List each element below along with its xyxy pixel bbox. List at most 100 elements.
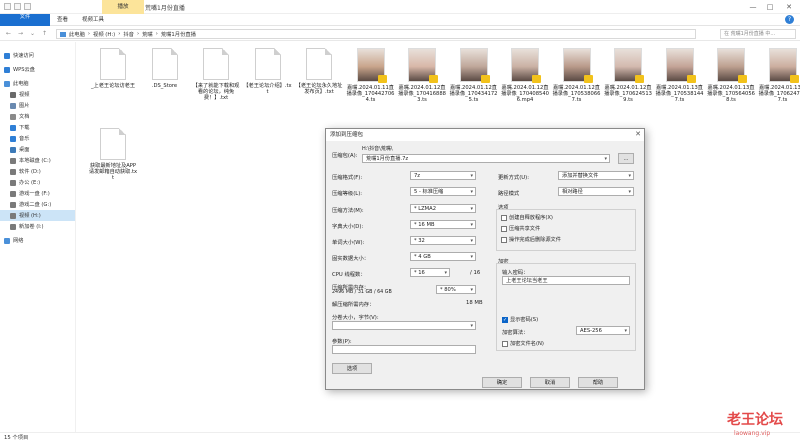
cpu-select[interactable]: * 16 [410, 268, 450, 277]
document-icon [100, 48, 126, 80]
folder-icon[interactable] [24, 3, 31, 10]
params-label: 参数(P): [332, 339, 352, 345]
sidebar-item[interactable]: 视频 (H:) [0, 210, 75, 221]
format-select[interactable]: 7z [410, 171, 476, 180]
file-item[interactable]: _上老王论坛访老王 [88, 48, 138, 89]
checkbox-icon[interactable] [14, 3, 21, 10]
save-icon[interactable] [4, 3, 11, 10]
sidebar-item[interactable]: 视频 [0, 89, 75, 100]
search-input[interactable]: 在 荒嘴1月份直播 中... [720, 29, 796, 39]
add-to-archive-dialog: 添加到压缩包 ✕ 压缩包(A): H:\抖音\荒嘴\ 荒嘴1月份直播.7z ..… [325, 128, 645, 390]
file-item[interactable]: 嘉嘴.2024.01.13直播录像_1705381447.ts [655, 48, 705, 104]
level-select[interactable]: 5 - 标准压缩 [410, 187, 476, 196]
file-item[interactable]: 【老王论坛介绍】.txt [243, 48, 293, 95]
tab-view[interactable]: 查看 [50, 14, 75, 26]
sidebar-item[interactable]: 音乐 [0, 133, 75, 144]
dialog-close-icon[interactable]: ✕ [635, 130, 641, 138]
browse-button[interactable]: ... [618, 153, 634, 164]
file-item[interactable]: 嘉嘴.2024.01.11直播录像_1704427064.ts [346, 48, 396, 104]
options-button[interactable]: 选项 [332, 363, 372, 374]
split-select[interactable] [332, 321, 476, 330]
breadcrumb-item[interactable]: 荒嘴1月份直播 [161, 30, 196, 38]
video-thumbnail-icon [614, 48, 644, 83]
file-item[interactable]: 嘉嘴.2024.01.12直播录像_1704085406.mp4 [500, 48, 550, 104]
ok-button[interactable]: 确定 [482, 377, 522, 388]
file-item[interactable]: 嘉嘴.2024.01.13直播录像_1706247407.ts [758, 48, 800, 104]
encryption-method-select[interactable]: AES-256 [576, 326, 630, 335]
archive-path: H:\抖音\荒嘴\ [362, 146, 393, 152]
shared-files-checkbox[interactable]: 压缩共享文件 [501, 225, 540, 232]
sidebar-item[interactable]: 文档 [0, 111, 75, 122]
sidebar-item[interactable]: 网络 [0, 235, 75, 246]
checkbox-box[interactable] [501, 236, 507, 243]
file-item[interactable]: 嘉嘴.2024.01.12直播录像_1705380667.ts [552, 48, 602, 104]
help-button[interactable]: 帮助 [578, 377, 618, 388]
forward-icon[interactable]: → [16, 29, 25, 38]
file-item[interactable]: 【来了就能下载和观看的论坛，纯免费！】.txt [191, 48, 241, 102]
file-item[interactable]: 嘉嘴.2024.01.12直播录像_1706245139.ts [603, 48, 653, 104]
minimize-button[interactable]: — [748, 2, 758, 12]
sidebar-item-label: 音乐 [19, 136, 30, 142]
help-icon[interactable]: ? [785, 15, 794, 24]
file-item[interactable]: 【老王论坛永久地址发布页】.txt [294, 48, 344, 95]
dict-label: 字典大小(D): [332, 224, 364, 230]
sidebar-item[interactable]: 本地磁盘 (C:) [0, 155, 75, 166]
sidebar-item[interactable]: 快速访问 [0, 50, 75, 61]
checkbox-box[interactable]: ✓ [502, 316, 508, 323]
checkbox-box[interactable] [502, 340, 508, 347]
tab-file[interactable]: 文件 [0, 13, 50, 26]
sidebar-item[interactable]: 桌面 [0, 144, 75, 155]
file-item[interactable]: 嘉嘴.2024.01.13直播录像_1705640568.ts [706, 48, 756, 104]
checkbox-box[interactable] [501, 214, 507, 221]
file-item[interactable]: .DS_Store [140, 48, 190, 89]
context-tab-play[interactable]: 播放 [102, 0, 144, 14]
close-button[interactable]: ✕ [784, 2, 794, 12]
maximize-button[interactable]: □ [765, 2, 775, 12]
sidebar-item[interactable]: 下载 [0, 122, 75, 133]
method-select[interactable]: * LZMA2 [410, 204, 476, 213]
back-icon[interactable]: ← [4, 29, 13, 38]
watermark-url: laowang.vip [734, 430, 771, 437]
archive-name-input[interactable]: 荒嘴1月份直播.7z [362, 154, 610, 163]
document-icon [254, 48, 281, 80]
cancel-button[interactable]: 取消 [530, 377, 570, 388]
media-badge-icon [377, 75, 387, 83]
file-item[interactable]: 获取最新地址及APP请发邮箱自动获取.txt [88, 128, 138, 182]
breadcrumb-item[interactable]: 此电脑 [69, 30, 85, 38]
path-mode-select[interactable]: 相对路径 [558, 187, 634, 196]
file-item[interactable]: 嘉嘴.2024.01.12直播录像_1704341725.ts [449, 48, 499, 104]
address-bar[interactable]: 此电脑 › 视频 (H:) › 抖音 › 荒嘴 › 荒嘴1月份直播 [56, 29, 696, 39]
dict-select[interactable]: * 16 MB [410, 220, 476, 229]
cloud-icon [4, 66, 10, 73]
delete-after-checkbox[interactable]: 操作完成后删除源文件 [501, 236, 561, 243]
file-item[interactable]: 嘉嘴.2024.01.12直播录像_1704168883.ts [397, 48, 447, 104]
up-icon[interactable]: ↑ [40, 29, 49, 38]
breadcrumb-item[interactable]: 抖音 [123, 30, 134, 38]
mem-select[interactable]: * 80% [436, 285, 476, 294]
sidebar-item[interactable]: 办公 (E:) [0, 177, 75, 188]
recent-icon[interactable]: ⌄ [28, 29, 37, 38]
sidebar-item[interactable]: 游戏一盘 (F:) [0, 188, 75, 199]
breadcrumb-item[interactable]: 荒嘴 [142, 30, 153, 38]
sfx-checkbox[interactable]: 创建自释放程序(X) [501, 214, 553, 221]
video-thumbnail-icon [356, 48, 387, 83]
media-badge-icon [532, 75, 541, 83]
sidebar-item[interactable]: 图片 [0, 100, 75, 111]
path-mode-label: 路径模式 [498, 191, 520, 197]
password-input[interactable]: 上老王论坛当老王 [502, 276, 630, 285]
encrypt-names-checkbox[interactable]: 加密文件名(N) [502, 340, 544, 347]
sidebar-item[interactable]: 软件 (D:) [0, 166, 75, 177]
word-select[interactable]: * 32 [410, 236, 476, 245]
update-select[interactable]: 添加并替换文件 [558, 171, 634, 180]
params-input[interactable] [332, 345, 476, 354]
show-password-checkbox[interactable]: ✓ 显示密码(S) [502, 316, 538, 323]
sidebar-item[interactable]: 游戏二盘 (G:) [0, 199, 75, 210]
sidebar-item[interactable]: 新加卷 (I:) [0, 221, 75, 232]
archive-label: 压缩包(A): [332, 153, 358, 159]
sidebar-item[interactable]: WPS云盘 [0, 64, 75, 75]
breadcrumb-item[interactable]: 视频 (H:) [93, 30, 115, 38]
tab-video-tools[interactable]: 视频工具 [75, 14, 111, 26]
checkbox-box[interactable] [501, 225, 507, 232]
solid-select[interactable]: * 4 GB [410, 252, 476, 261]
sidebar-item[interactable]: 此电脑 [0, 78, 75, 89]
